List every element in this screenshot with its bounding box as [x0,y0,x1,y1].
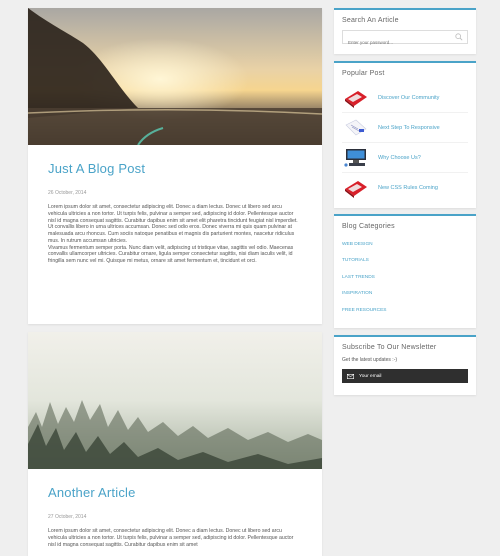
blog-post-card: Another Article 27 October, 2014 Lorem i… [28,332,322,556]
popular-post-item[interactable]: Next Step To Responsive [342,113,468,143]
computer-icon [344,148,366,167]
category-link-inspiration[interactable]: Inspiration [342,291,372,296]
newsletter-subtitle: Get the latest updates :-) [342,357,398,363]
post-paragraph: Lorem ipsum dolor sit amet, consectetur … [48,204,298,244]
category-list: Web Design Tutorials Last Trends Inspira… [342,236,468,319]
document-icon [345,119,367,135]
categories-widget: Blog Categories Web Design Tutorials Las… [334,214,476,328]
newsletter-widget: Subscribe To Our Newsletter Get the late… [334,335,476,395]
post-excerpt: Lorem ipsum dolor sit amet, consectetur … [48,528,302,548]
popular-post-item[interactable]: Discover Our Community [342,83,468,113]
popular-post-link[interactable]: Why Choose Us? [378,155,421,161]
newsletter-email-button[interactable]: Your email [342,369,468,383]
category-link-tutorials[interactable]: Tutorials [342,258,369,263]
post-excerpt: Lorem ipsum dolor sit amet, consectetur … [48,204,302,265]
category-item: Last Trends [342,269,468,286]
search-box [342,30,468,49]
category-item: Inspiration [342,286,468,303]
search-icon[interactable] [455,33,463,41]
blog-post-card: Just A Blog Post 26 October, 2014 Lorem … [28,8,322,324]
popular-posts-widget: Popular Post Discover Our Community Next… [334,61,476,208]
newsletter-widget-title: Subscribe To Our Newsletter [342,344,437,351]
popular-widget-title: Popular Post [342,70,385,77]
category-link-free-resources[interactable]: Free Resources [342,308,387,313]
post-image-sunset-beach[interactable] [28,8,322,145]
post-paragraph: Vivamus fermentum semper porta. Nunc dia… [48,244,294,265]
category-link-web-design[interactable]: Web Design [342,242,373,247]
search-input[interactable] [343,36,453,49]
popular-post-link[interactable]: Next Step To Responsive [378,125,440,131]
post-date: 26 October, 2014 [48,190,87,196]
newsletter-email-label: Your email [359,373,382,379]
envelope-icon [347,373,354,379]
search-widget-title: Search An Article [342,17,399,24]
post-title[interactable]: Just A Blog Post [48,161,302,176]
post-date: 27 October, 2014 [48,514,87,520]
category-link-last-trends[interactable]: Last Trends [342,275,375,280]
popular-post-link[interactable]: Discover Our Community [378,95,439,101]
search-widget: Search An Article [334,8,476,54]
popular-post-item[interactable]: Why Choose Us? [342,143,468,173]
category-item: Web Design [342,236,468,253]
popular-post-item[interactable]: New CSS Rules Coming [342,173,468,203]
red-book-icon [345,90,367,108]
post-paragraph: Lorem ipsum dolor sit amet, consectetur … [48,528,294,548]
post-title[interactable]: Another Article [48,485,302,500]
category-item: Free Resources [342,302,468,319]
categories-widget-title: Blog Categories [342,223,395,230]
post-image-foggy-forest[interactable] [28,332,322,469]
popular-post-link[interactable]: New CSS Rules Coming [378,185,438,191]
red-book-icon [345,181,367,198]
category-item: Tutorials [342,253,468,270]
